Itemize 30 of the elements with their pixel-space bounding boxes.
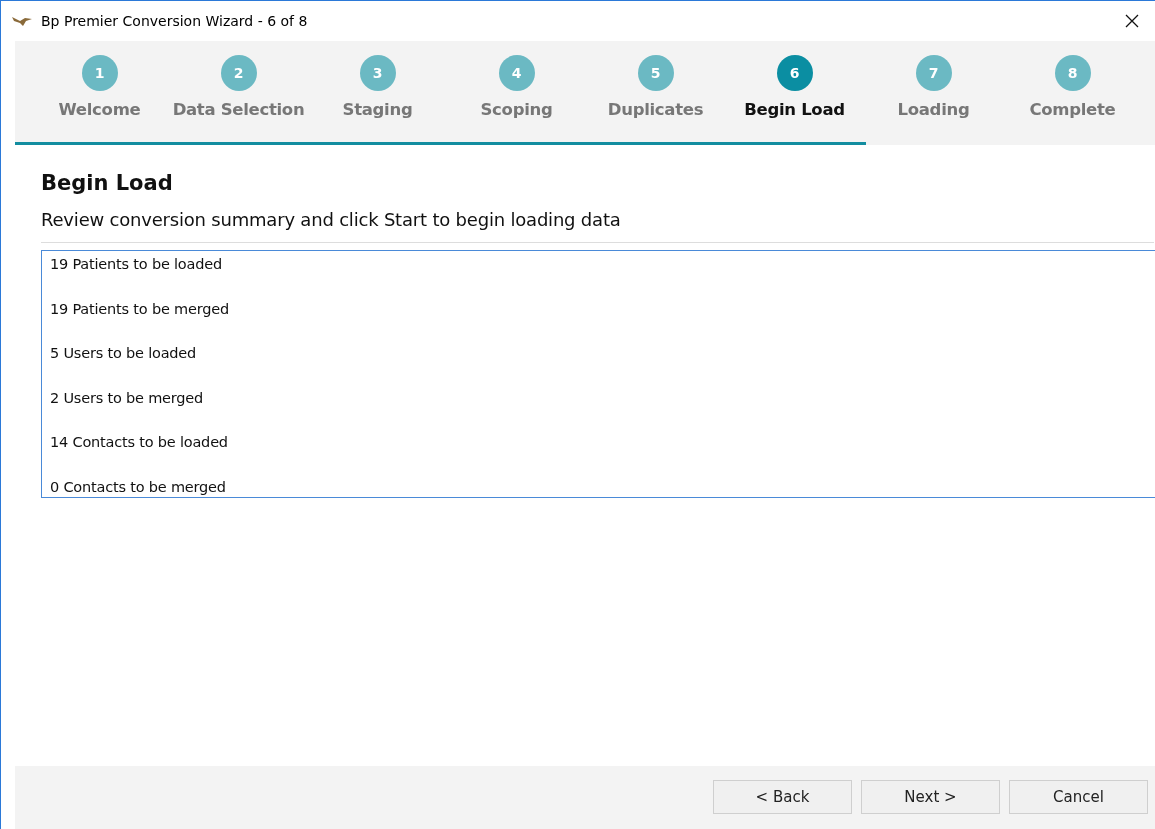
step-label[interactable]: Staging: [342, 100, 413, 119]
step-number: 2: [220, 55, 257, 91]
step-number: 7: [915, 55, 952, 91]
step-label[interactable]: Scoping: [480, 100, 553, 119]
step-number: 3: [359, 55, 396, 91]
bird-icon: [11, 14, 33, 28]
summary-item: 5 Users to be loaded: [50, 344, 198, 363]
summary-list[interactable]: 19 Patients to be loaded 19 Patients to be merged 5 Users to be loaded 2 Users to be merged 14 Contacts to be loaded 0 Contacts to be merged: [41, 250, 1155, 498]
step-number: 6: [776, 55, 813, 91]
step-number: 1: [81, 55, 118, 91]
step-label[interactable]: Duplicates: [607, 100, 704, 119]
step-number: 5: [637, 55, 674, 91]
step-number: 8: [1054, 55, 1091, 91]
summary-item: 2 Users to be merged: [50, 388, 205, 408]
summary-item: 14 Contacts to be loaded: [50, 433, 229, 452]
page-subtitle: Review conversion summary and click Start to begin loading data: [41, 209, 622, 230]
summary-item: 19 Patients to be loaded: [50, 255, 223, 274]
next-button[interactable]: Next >: [861, 779, 1000, 814]
summary-item: 19 Patients to be merged: [50, 299, 230, 319]
step-label[interactable]: Begin Load: [744, 100, 845, 119]
step-number: 4: [498, 55, 535, 91]
step-label[interactable]: Data Selection: [172, 100, 305, 119]
step-label[interactable]: Loading: [897, 100, 970, 119]
page-heading: Begin Load: [41, 171, 174, 195]
cancel-button[interactable]: Cancel: [1009, 779, 1148, 814]
step-label[interactable]: Welcome: [58, 100, 141, 119]
summary-item: 0 Contacts to be merged: [50, 477, 227, 497]
step-label[interactable]: Complete: [1029, 100, 1116, 119]
window-title: Bp Premier Conversion Wizard - 6 of 8: [41, 13, 309, 29]
back-button[interactable]: < Back: [713, 779, 852, 814]
